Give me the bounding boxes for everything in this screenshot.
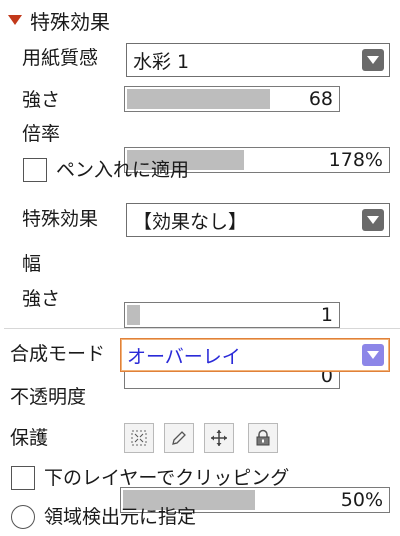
apply-to-pen-label: ペン入れに適用 <box>56 159 190 181</box>
width-value: 1 <box>320 304 333 326</box>
dropdown-arrow-icon[interactable] <box>362 209 384 231</box>
clip-lower-layer-checkbox[interactable] <box>11 466 35 490</box>
dropdown-arrow-icon[interactable] <box>362 49 384 71</box>
collapse-triangle-icon[interactable] <box>8 15 22 25</box>
strength-value: 68 <box>308 88 333 110</box>
strength-label: 強さ <box>22 89 61 111</box>
width-label: 幅 <box>22 253 42 275</box>
pen-lock-icon[interactable] <box>164 423 194 453</box>
apply-to-pen-checkbox[interactable] <box>23 158 47 182</box>
width-slider-fill <box>127 305 140 325</box>
move-lock-icon[interactable] <box>204 423 234 453</box>
blend-mode-select[interactable]: オーバーレイ <box>120 338 390 372</box>
effect-value: 【効果なし】 <box>133 210 248 233</box>
paper-texture-value: 水彩 1 <box>133 50 190 73</box>
section-title: 特殊効果 <box>30 9 110 34</box>
special-effect-header[interactable]: 特殊効果 <box>6 6 110 34</box>
blend-mode-label: 合成モード <box>10 343 106 365</box>
region-source-label: 領域検出元に指定 <box>44 506 197 528</box>
blend-mode-value: オーバーレイ <box>127 345 241 368</box>
scale-label: 倍率 <box>22 123 61 145</box>
protect-label: 保護 <box>10 427 49 449</box>
paper-texture-select[interactable]: 水彩 1 <box>126 43 390 77</box>
effect-select[interactable]: 【効果なし】 <box>126 203 390 237</box>
effect-strength-label: 強さ <box>22 288 61 310</box>
opacity-label: 不透明度 <box>10 386 87 408</box>
effect-label: 特殊効果 <box>22 208 99 230</box>
padlock-icon[interactable] <box>248 423 278 453</box>
dropdown-arrow-icon[interactable] <box>362 344 384 366</box>
opacity-value: 50% <box>340 489 383 511</box>
strength-slider-fill <box>127 89 270 109</box>
transparent-protect-icon[interactable] <box>124 423 154 453</box>
region-source-radio[interactable] <box>11 505 35 529</box>
clip-lower-layer-label: 下のレイヤーでクリッピング <box>44 467 290 489</box>
width-slider[interactable]: 1 <box>124 302 340 328</box>
section-divider <box>4 328 400 329</box>
paper-texture-label: 用紙質感 <box>22 47 99 69</box>
strength-slider[interactable]: 68 <box>124 86 340 112</box>
scale-value: 178% <box>328 149 383 171</box>
